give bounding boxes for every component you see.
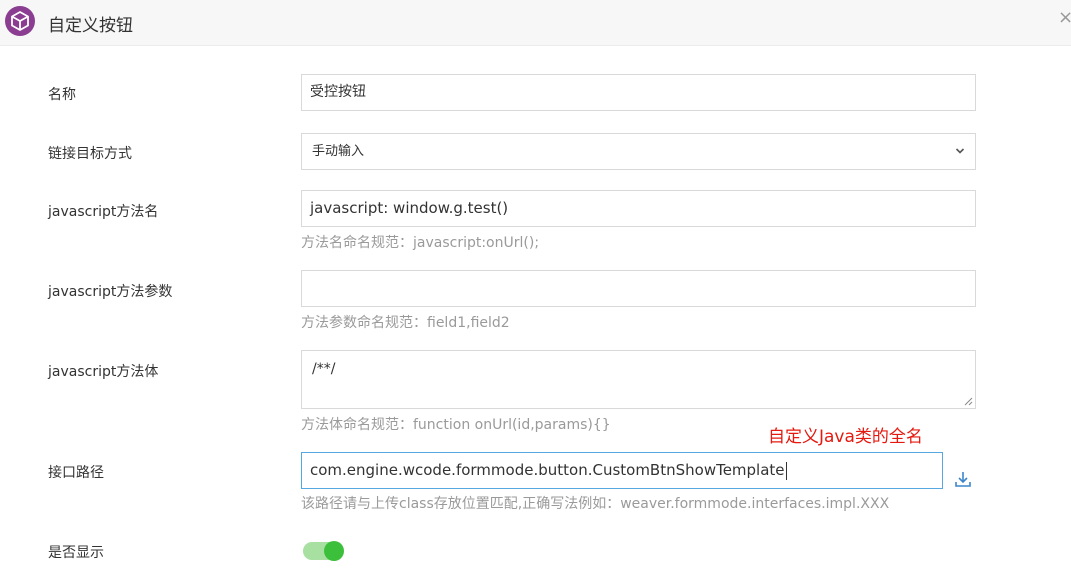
chevron-down-icon — [955, 148, 965, 154]
app-logo-icon — [5, 6, 35, 36]
interface-path-value: com.engine.wcode.formmode.button.CustomB… — [310, 461, 785, 479]
js-method-name-hint: 方法名命名规范：javascript:onUrl(); — [301, 235, 540, 251]
js-method-params-input[interactable] — [301, 270, 976, 307]
close-button[interactable]: × — [1058, 8, 1071, 28]
show-label: 是否显示 — [48, 545, 104, 561]
dialog-titlebar: 自定义按钮 × — [0, 0, 1071, 46]
name-input[interactable]: 受控按钮 — [301, 74, 976, 111]
link-target-label: 链接目标方式 — [48, 146, 132, 162]
text-caret — [785, 461, 787, 480]
js-method-params-label: javascript方法参数 — [48, 284, 173, 300]
link-target-select[interactable]: 手动输入 — [301, 133, 976, 170]
js-method-name-input[interactable]: javascript: window.g.test() — [301, 190, 976, 227]
upload-icon[interactable] — [953, 469, 973, 489]
name-label: 名称 — [48, 87, 76, 103]
js-method-body-label: javascript方法体 — [48, 364, 159, 380]
link-target-selected-value: 手动输入 — [312, 144, 365, 159]
resize-grip-icon[interactable] — [964, 397, 973, 406]
js-method-params-hint: 方法参数命名规范：field1,field2 — [301, 315, 510, 331]
interface-path-label: 接口路径 — [48, 465, 104, 481]
interface-path-hint: 该路径请与上传class存放位置匹配,正确写法例如：weaver.formmod… — [301, 496, 890, 512]
js-method-body-value: /**/ — [312, 361, 336, 377]
toggle-knob — [324, 541, 344, 561]
dialog-title: 自定义按钮 — [48, 16, 133, 36]
js-method-name-label: javascript方法名 — [48, 204, 159, 220]
java-class-annotation: 自定义Java类的全名 — [768, 427, 923, 447]
interface-path-input[interactable]: com.engine.wcode.formmode.button.CustomB… — [301, 452, 943, 489]
show-toggle[interactable] — [303, 541, 344, 561]
js-method-body-hint: 方法体命名规范：function onUrl(id,params){} — [301, 417, 611, 433]
js-method-body-textarea[interactable]: /**/ — [301, 350, 976, 409]
